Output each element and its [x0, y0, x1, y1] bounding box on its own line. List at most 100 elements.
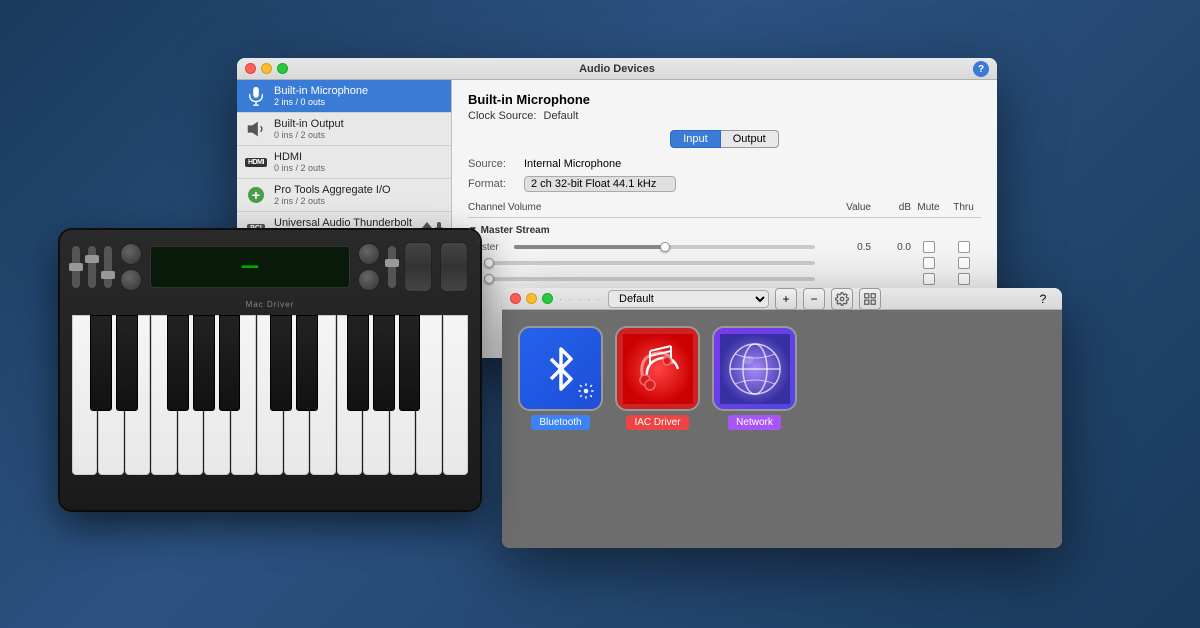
bluetooth-device-card[interactable]: Bluetooth [518, 326, 603, 430]
aggregate-icon: + [245, 184, 267, 206]
black-key-1[interactable] [90, 315, 112, 411]
mac-driver-label: Mac Driver [246, 300, 295, 309]
fader-2[interactable] [88, 246, 96, 288]
source-value: Internal Microphone [524, 158, 621, 170]
ch1-thru-checkbox[interactable] [958, 257, 970, 269]
microphone-info: Built-in Microphone 2 ins / 0 outs [274, 85, 443, 107]
black-key-2[interactable] [116, 315, 138, 411]
channel-volume-label: Channel Volume [468, 202, 821, 213]
gear-overlay [577, 382, 595, 403]
knob-3[interactable] [358, 243, 380, 265]
piano-screen-text: ▬▬▬ [242, 262, 258, 272]
ch1-slider[interactable] [489, 261, 815, 265]
iac-icon-wrap [615, 326, 700, 411]
midi-close-button[interactable] [510, 293, 521, 304]
iac-device-card[interactable]: IAC Driver [615, 326, 700, 430]
black-key-8[interactable] [347, 315, 369, 411]
minimize-button[interactable] [261, 63, 272, 74]
hdmi-info: HDMI 0 ins / 2 outs [274, 151, 443, 173]
white-key-15[interactable] [443, 315, 468, 475]
add-device-icon: + [248, 187, 264, 203]
maximize-button[interactable] [277, 63, 288, 74]
master-mute-checkbox[interactable] [923, 241, 935, 253]
ch2-mute-checkbox[interactable] [923, 273, 935, 285]
ch2-thru-checkbox[interactable] [958, 273, 970, 285]
knob-1[interactable] [120, 243, 142, 265]
midi-maximize-button[interactable] [542, 293, 553, 304]
device-item-output[interactable]: Built-in Output 0 ins / 2 outs [237, 113, 451, 146]
piano-keyboard: ▬▬▬ Mac Driver [60, 230, 480, 510]
close-button[interactable] [245, 63, 256, 74]
black-key-10[interactable] [399, 315, 421, 411]
midi-minimize-button[interactable] [526, 293, 537, 304]
segmented-control: Input Output [670, 130, 779, 148]
hdmi-io: 0 ins / 2 outs [274, 163, 443, 173]
input-output-toggle: Input Output [468, 130, 981, 158]
midi-help-button[interactable]: ? [1032, 288, 1054, 310]
format-row: Format: 2 ch 32-bit Float 44.1 kHz [468, 176, 981, 192]
audio-devices-titlebar: Audio Devices ? [237, 58, 997, 80]
input-tab[interactable]: Input [670, 130, 720, 148]
network-device-card[interactable]: Network [712, 326, 797, 430]
fader-1[interactable] [72, 246, 80, 288]
db-col-header: dB [871, 202, 911, 213]
channel-1-row: 1 [468, 255, 981, 271]
ch2-slider[interactable] [489, 277, 815, 281]
format-select[interactable]: 2 ch 32-bit Float 44.1 kHz [524, 176, 676, 192]
master-channel-row: Master 0.5 0.0 [468, 239, 981, 255]
output-info: Built-in Output 0 ins / 2 outs [274, 118, 443, 140]
master-slider[interactable] [514, 245, 815, 249]
speaker-icon [245, 118, 267, 140]
bluetooth-bg [520, 328, 601, 409]
piano-controls: ▬▬▬ [72, 242, 468, 292]
black-key-9[interactable] [373, 315, 395, 411]
device-item-hdmi[interactable]: HDMI HDMI 0 ins / 2 outs [237, 146, 451, 179]
piano-screen: ▬▬▬ [150, 246, 350, 288]
remove-device-button[interactable]: − [803, 288, 825, 310]
black-key-6[interactable] [270, 315, 292, 411]
bluetooth-icon-wrap [518, 326, 603, 411]
hdmi-badge: HDMI [245, 158, 267, 167]
help-button[interactable]: ? [973, 61, 989, 77]
clock-value: Default [544, 110, 579, 122]
black-key-4[interactable] [193, 315, 215, 411]
midi-settings-button[interactable] [831, 288, 853, 310]
clock-label: Clock Source: [468, 110, 536, 122]
aggregate-io: 2 ins / 2 outs [274, 196, 443, 206]
aggregate-name: Pro Tools Aggregate I/O [274, 184, 443, 196]
channel-volume-header: Channel Volume Value dB Mute Thru [468, 198, 981, 218]
master-value: 0.5 [821, 242, 871, 253]
detail-clock: Clock Source: Default [468, 110, 981, 122]
master-thru-checkbox[interactable] [958, 241, 970, 253]
network-icon-wrap [712, 326, 797, 411]
mini-knobs-right [358, 243, 380, 291]
knob-2[interactable] [120, 269, 142, 291]
thru-col-header: Thru [946, 202, 981, 213]
microphone-icon [245, 85, 267, 107]
fader-4[interactable] [388, 246, 396, 288]
knob-4[interactable] [358, 269, 380, 291]
device-item-microphone[interactable]: Built-in Microphone 2 ins / 0 outs [237, 80, 451, 113]
ch1-mute-checkbox[interactable] [923, 257, 935, 269]
iac-symbol [623, 334, 693, 404]
network-bg [714, 328, 795, 409]
midi-content: Bluetooth [502, 310, 1062, 548]
midi-device-dropdown[interactable]: Default [608, 290, 769, 308]
traffic-lights [245, 63, 288, 74]
device-item-aggregate[interactable]: + Pro Tools Aggregate I/O 2 ins / 2 outs [237, 179, 451, 212]
microphone-io: 2 ins / 0 outs [274, 97, 443, 107]
midi-list-view-button[interactable] [859, 288, 881, 310]
black-key-5[interactable] [219, 315, 241, 411]
output-tab[interactable]: Output [721, 130, 779, 148]
mini-knobs [120, 243, 142, 291]
hdmi-icon: HDMI [245, 151, 267, 173]
mac-driver-label-area: Mac Driver [72, 300, 468, 309]
pitch-wheel[interactable] [404, 242, 432, 292]
add-device-button[interactable]: + [775, 288, 797, 310]
fader-3[interactable] [104, 246, 112, 288]
black-keys [72, 315, 468, 411]
black-key-7[interactable] [296, 315, 318, 411]
mod-wheel[interactable] [440, 242, 468, 292]
black-key-3[interactable] [167, 315, 189, 411]
drag-dots: · · · · · [559, 294, 602, 304]
